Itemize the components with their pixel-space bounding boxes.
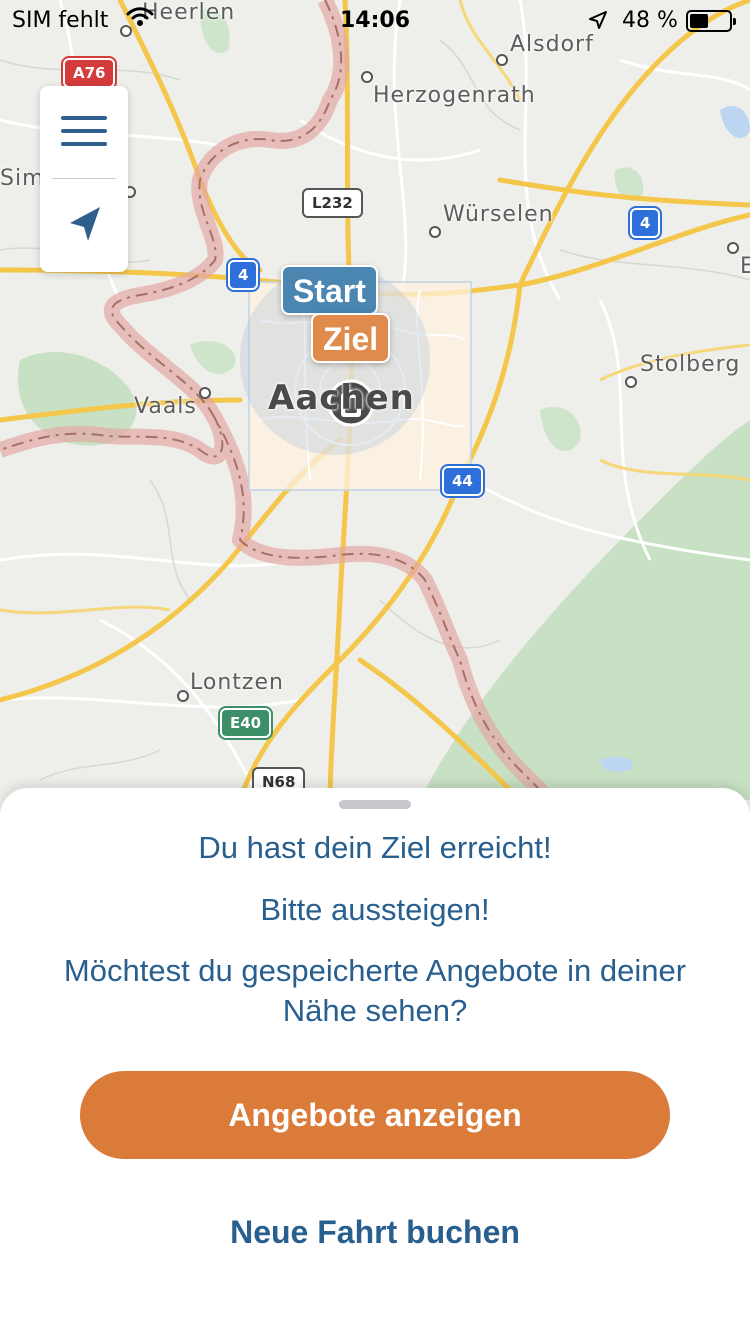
locate-me-button[interactable] — [40, 179, 128, 271]
start-pin[interactable]: Start — [281, 265, 378, 315]
arrival-title: Du hast dein Ziel erreicht! — [198, 830, 552, 865]
status-bar: SIM fehlt 14:06 48 % — [0, 0, 750, 40]
sheet-grabber[interactable] — [339, 800, 411, 809]
book-new-ride-button[interactable]: Neue Fahrt buchen — [150, 1202, 600, 1262]
exit-instruction: Bitte aussteigen! — [260, 892, 490, 927]
place-lontzen: Lontzen — [190, 670, 284, 695]
place-herzogenrath: Herzogenrath — [373, 83, 536, 108]
road-shield-a4-east: 4 — [630, 208, 661, 238]
road-shield-l232: L232 — [302, 188, 363, 218]
road-shield-a4-west: 4 — [228, 260, 259, 290]
map-view[interactable]: Heerlen Alsdorf Herzogenrath Simp Würsel… — [0, 0, 750, 800]
place-aachen: Aachen — [268, 378, 415, 418]
road-shield-a76: A76 — [63, 58, 116, 88]
hamburger-menu-icon — [61, 116, 107, 146]
battery-icon — [686, 10, 736, 32]
road-shield-e40: E40 — [220, 708, 272, 738]
road-shield-a44: 44 — [442, 466, 483, 496]
offers-question: Möchtest du gespeicherte Angebote in dei… — [63, 953, 687, 1028]
map-controls — [40, 86, 128, 272]
ziel-pin[interactable]: Ziel — [311, 313, 391, 363]
show-offers-button[interactable]: Angebote anzeigen — [80, 1071, 670, 1159]
place-e-edge: E — [740, 254, 750, 279]
place-vaals: Vaals — [134, 394, 197, 419]
arrival-sheet: Du hast dein Ziel erreicht! Bitte ausste… — [0, 788, 750, 1334]
place-stolberg: Stolberg — [640, 352, 741, 377]
location-services-icon — [589, 11, 607, 29]
menu-button[interactable] — [40, 86, 128, 178]
battery-percent: 48 % — [622, 8, 678, 33]
place-wuerselen: Würselen — [443, 202, 554, 227]
location-arrow-icon — [70, 207, 100, 241]
